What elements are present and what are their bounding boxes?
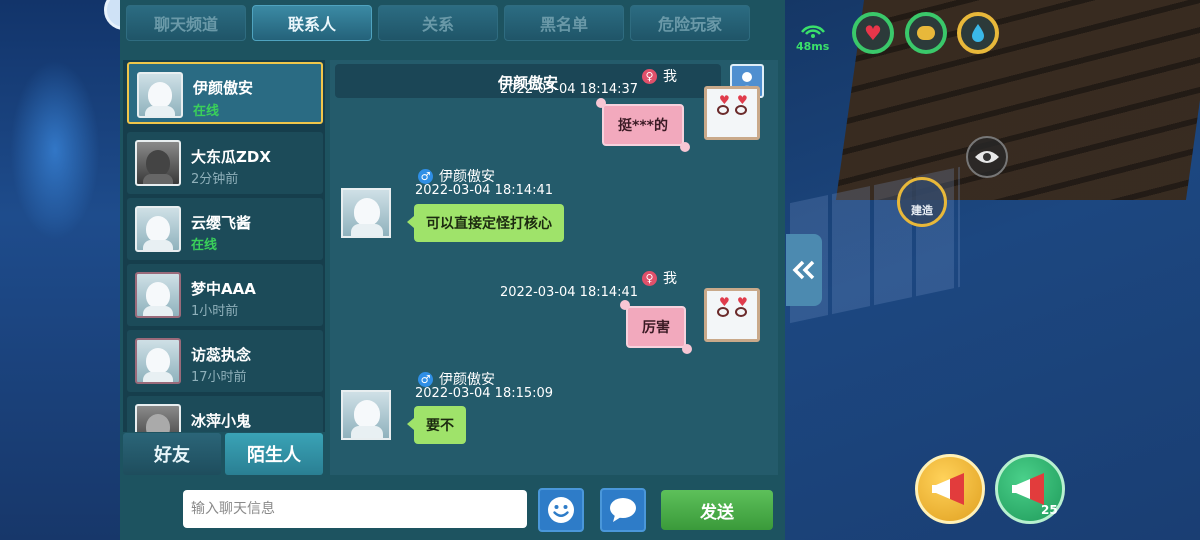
- heart-icon: ♥: [864, 21, 882, 45]
- hunger-indicator: [905, 12, 947, 54]
- panel-tabs: 聊天频道 联系人 关系 黑名单 危险玩家: [126, 5, 750, 45]
- avatar: [135, 272, 181, 318]
- contact-list[interactable]: 伊颜傲安 在线 大东瓜ZDX 2分钟前 云缨飞酱 在线 梦中AAA 1小时前 访…: [123, 60, 325, 432]
- contact-item[interactable]: 冰萍小鬼: [127, 396, 323, 432]
- tab-dangerous-players[interactable]: 危险玩家: [630, 5, 750, 41]
- message-timestamp: 2022-03-04 18:14:37: [500, 82, 639, 97]
- speech-bubble-icon: [610, 498, 636, 522]
- avatar: [135, 206, 181, 252]
- tab-friends[interactable]: 好友: [123, 433, 221, 475]
- contact-item[interactable]: 访蕊执念 17小时前: [127, 330, 323, 392]
- chat-bubble-button[interactable]: [600, 488, 646, 532]
- male-icon: ♂: [418, 168, 433, 184]
- other-message-bubble: 要不: [407, 406, 466, 444]
- female-icon: ♀: [642, 270, 657, 286]
- message-sender: ♀ 我: [642, 268, 677, 288]
- message-timestamp: 2022-03-04 18:14:41: [415, 183, 554, 198]
- avatar: [137, 72, 183, 118]
- collapse-panel-button[interactable]: [786, 234, 822, 306]
- water-drop-icon: [972, 24, 984, 42]
- megaphone-icon: [932, 473, 964, 505]
- chat-input-bar: 发送: [120, 478, 785, 540]
- avatar: [341, 390, 391, 440]
- social-panel: 聊天频道 联系人 关系 黑名单 危险玩家 伊颜傲安 在线 大东瓜ZDX 2分钟前…: [120, 0, 785, 540]
- contact-name: 云缨飞酱: [191, 214, 252, 232]
- avatar: [135, 404, 181, 432]
- contact-status: 17小时前: [191, 370, 247, 385]
- contact-status: 在线: [193, 104, 220, 119]
- female-icon: ♀: [642, 68, 657, 84]
- emoji-button[interactable]: [538, 488, 584, 532]
- male-icon: ♂: [418, 371, 433, 387]
- chat-message-input[interactable]: [183, 490, 527, 528]
- contact-status: 2分钟前: [191, 172, 239, 187]
- tab-relations[interactable]: 关系: [378, 5, 498, 41]
- avatar: [135, 140, 181, 186]
- megaphone-count: 25: [1041, 503, 1058, 517]
- contact-name: 伊颜傲安: [193, 79, 254, 97]
- contact-item[interactable]: 伊颜傲安 在线: [127, 62, 323, 124]
- contact-status: 1小时前: [191, 304, 239, 319]
- message-timestamp: 2022-03-04 18:15:09: [415, 386, 554, 401]
- hunger-icon: [917, 26, 935, 40]
- contact-name: 冰萍小鬼: [191, 412, 252, 430]
- friend-type-tabs: 好友 陌生人: [123, 433, 323, 475]
- avatar: ♥ ♥: [704, 86, 760, 140]
- double-chevron-left-icon: [792, 260, 815, 280]
- contact-item[interactable]: 云缨飞酱 在线: [127, 198, 323, 260]
- avatar: [135, 338, 181, 384]
- contact-name: 大东瓜ZDX: [191, 148, 271, 166]
- avatar: [341, 188, 391, 238]
- build-button[interactable]: 建造: [897, 177, 947, 227]
- tab-strangers[interactable]: 陌生人: [225, 433, 323, 475]
- my-message-bubble: 厉害: [620, 300, 692, 354]
- contact-status: 在线: [191, 238, 218, 253]
- game-background-left: [0, 0, 125, 540]
- megaphone-icon: [1012, 473, 1044, 505]
- view-toggle-button[interactable]: [966, 136, 1008, 178]
- signal-icon: [800, 20, 826, 38]
- send-button[interactable]: 发送: [661, 490, 773, 530]
- contact-item[interactable]: 梦中AAA 1小时前: [127, 264, 323, 326]
- tab-chat-channel[interactable]: 聊天频道: [126, 5, 246, 41]
- message-timestamp: 2022-03-04 18:14:41: [500, 285, 639, 300]
- eye-icon: [975, 151, 999, 163]
- contact-item[interactable]: 大东瓜ZDX 2分钟前: [127, 132, 323, 194]
- broadcast-button[interactable]: [915, 454, 985, 524]
- ping-readout: 48ms: [796, 40, 830, 53]
- health-indicator: ♥: [852, 12, 894, 54]
- message-sender: ♀ 我: [642, 66, 677, 86]
- avatar: ♥ ♥: [704, 288, 760, 342]
- tab-blacklist[interactable]: 黑名单: [504, 5, 624, 41]
- contact-name: 梦中AAA: [191, 280, 256, 298]
- tab-contacts[interactable]: 联系人: [252, 5, 372, 41]
- smiley-icon: [548, 497, 574, 523]
- contact-name: 访蕊执念: [191, 346, 252, 364]
- chat-history[interactable]: 伊颜傲安 ♀ 我 2022-03-04 18:14:37 挺***的 ♥ ♥ ♂ …: [330, 60, 778, 475]
- my-message-bubble: 挺***的: [596, 98, 690, 152]
- water-indicator: [957, 12, 999, 54]
- other-message-bubble: 可以直接定怪打核心: [407, 204, 564, 242]
